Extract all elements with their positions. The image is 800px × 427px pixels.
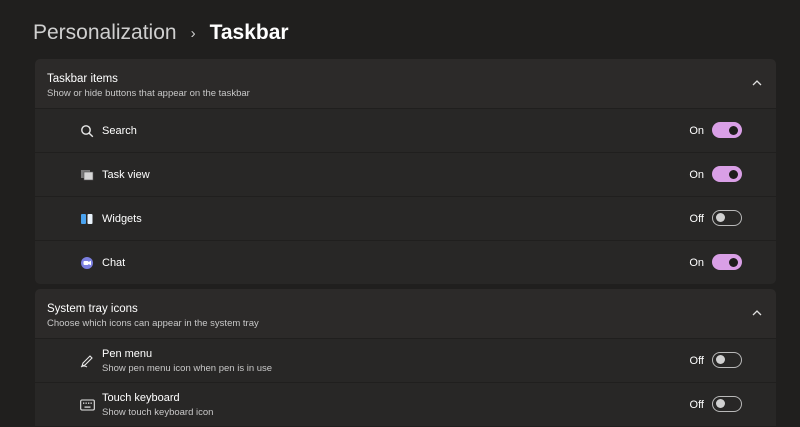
setting-label: Pen menu	[102, 348, 153, 360]
pen-menu-toggle[interactable]	[712, 352, 742, 368]
task-view-icon	[79, 167, 95, 183]
toggle-state-text: Off	[689, 355, 704, 367]
setting-row-widgets: Widgets Off	[35, 197, 776, 240]
setting-label: Touch keyboard	[102, 392, 180, 404]
section-title: Taskbar items	[47, 73, 118, 85]
taskbar-items-header[interactable]: Taskbar items Show or hide buttons that …	[35, 59, 776, 108]
system-tray-header[interactable]: System tray icons Choose which icons can…	[35, 289, 776, 338]
toggle-state-text: On	[689, 125, 704, 137]
section-title: System tray icons	[47, 303, 138, 315]
setting-description: Show touch keyboard icon	[102, 407, 214, 418]
setting-label: Search	[102, 125, 137, 137]
search-icon	[79, 123, 95, 139]
setting-label: Chat	[102, 257, 126, 269]
widgets-icon	[79, 211, 95, 227]
chat-icon	[79, 255, 95, 271]
pen-icon	[79, 353, 95, 369]
toggle-state-text: On	[689, 169, 704, 181]
system-tray-section: System tray icons Choose which icons can…	[35, 289, 776, 426]
setting-row-pen-menu: Pen menu Show pen menu icon when pen is …	[35, 339, 776, 382]
breadcrumb-personalization[interactable]: Personalization	[33, 21, 177, 45]
setting-row-task-view: Task view On	[35, 153, 776, 196]
setting-row-chat: Chat On	[35, 241, 776, 284]
setting-description: Show pen menu icon when pen is in use	[102, 363, 273, 374]
setting-label: Task view	[102, 169, 150, 181]
widgets-toggle[interactable]	[712, 210, 742, 226]
chevron-up-icon[interactable]	[750, 76, 764, 90]
toggle-state-text: Off	[689, 399, 704, 411]
breadcrumb: Personalization › Taskbar	[33, 18, 289, 48]
page-title: Taskbar	[209, 21, 289, 44]
toggle-state-text: On	[689, 257, 704, 269]
task-view-toggle[interactable]	[712, 166, 742, 182]
chevron-up-icon[interactable]	[750, 306, 764, 320]
setting-label: Widgets	[102, 213, 142, 225]
setting-row-search: Search On	[35, 109, 776, 152]
search-toggle[interactable]	[712, 122, 742, 138]
breadcrumb-separator-icon: ›	[190, 24, 196, 42]
section-subtitle: Show or hide buttons that appear on the …	[47, 88, 250, 99]
keyboard-icon	[79, 397, 95, 413]
setting-row-touch-keyboard: Touch keyboard Show touch keyboard icon …	[35, 383, 776, 426]
touch-keyboard-toggle[interactable]	[712, 396, 742, 412]
section-subtitle: Choose which icons can appear in the sys…	[47, 318, 259, 329]
chat-toggle[interactable]	[712, 254, 742, 270]
taskbar-items-section: Taskbar items Show or hide buttons that …	[35, 59, 776, 284]
toggle-state-text: Off	[689, 213, 704, 225]
